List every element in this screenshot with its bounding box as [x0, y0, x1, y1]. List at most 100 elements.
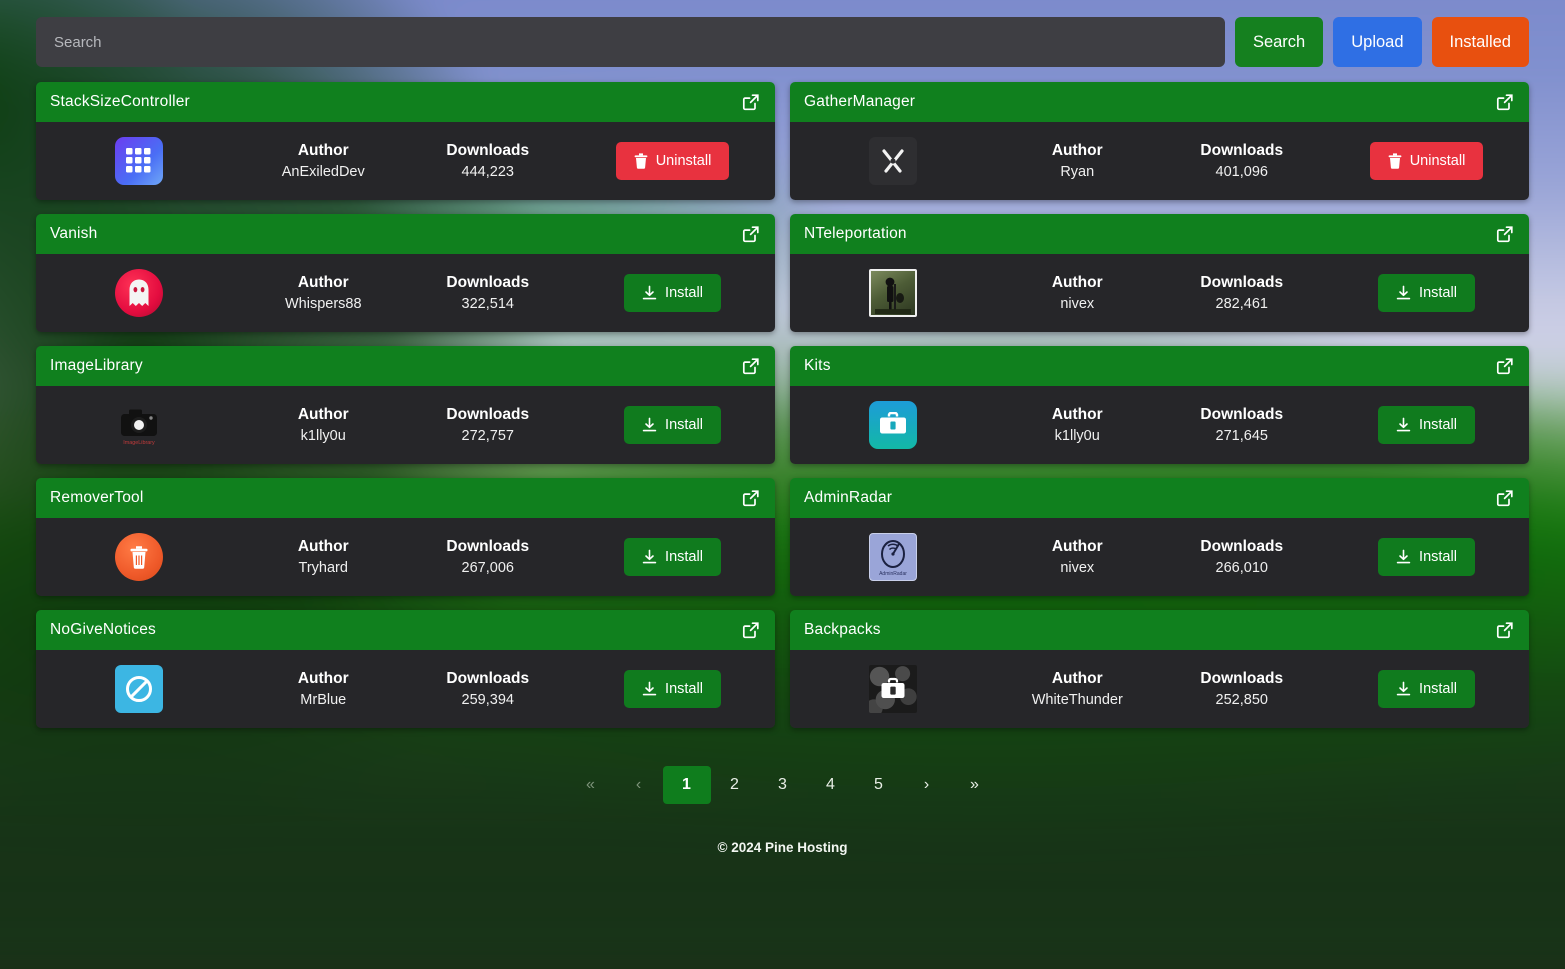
plugin-card: RemoverTool Author Tryhard Downloads 267…: [36, 478, 775, 596]
downloads-label: Downloads: [446, 406, 530, 423]
external-link-icon[interactable]: [1495, 488, 1515, 508]
external-link-icon[interactable]: [741, 488, 761, 508]
plugin-action-wrap: Install: [570, 670, 775, 708]
download-icon: [1396, 681, 1411, 696]
author-label: Author: [297, 406, 349, 423]
teleport-figure-icon: [868, 269, 917, 317]
install-button[interactable]: Install: [624, 274, 721, 312]
plugin-downloads: Downloads 272,757: [406, 406, 571, 444]
plugin-icon-wrap: [36, 269, 241, 317]
installed-button[interactable]: Installed: [1431, 17, 1529, 67]
download-icon: [1396, 417, 1411, 432]
external-link-icon[interactable]: [741, 92, 761, 112]
plugin-name: StackSizeController: [50, 93, 190, 110]
downloads-value: 322,514: [461, 296, 514, 312]
plugin-downloads: Downloads 271,645: [1160, 406, 1325, 444]
plugin-card: Vanish Author Whispers88 Downloads 322,5…: [36, 214, 775, 332]
author-label: Author: [1051, 274, 1103, 291]
plugin-card: AdminRadar AdminRadar Author nivex Downl…: [790, 478, 1529, 596]
pagination-item[interactable]: 3: [759, 766, 807, 804]
uninstall-button[interactable]: Uninstall: [615, 142, 730, 180]
author-value: WhiteThunder: [1031, 692, 1123, 708]
author-label: Author: [297, 274, 349, 291]
install-button[interactable]: Install: [1378, 406, 1475, 444]
search-button[interactable]: Search: [1234, 17, 1324, 67]
radar-icon: AdminRadar: [868, 533, 917, 581]
external-link-icon[interactable]: [741, 620, 761, 640]
grid-app-icon: [114, 137, 163, 185]
plugin-downloads: Downloads 259,394: [406, 670, 571, 708]
external-link-icon[interactable]: [1495, 356, 1515, 376]
action-label: Uninstall: [1409, 153, 1466, 169]
plugin-grid: StackSizeController Author AnExiledDev D…: [36, 82, 1529, 728]
external-link-icon[interactable]: [741, 356, 761, 376]
install-button[interactable]: Install: [1378, 274, 1475, 312]
plugin-downloads: Downloads 401,096: [1160, 142, 1325, 180]
downloads-label: Downloads: [1200, 406, 1284, 423]
pagination-item[interactable]: 4: [807, 766, 855, 804]
plugin-action-wrap: Install: [1324, 274, 1529, 312]
author-label: Author: [1051, 406, 1103, 423]
svg-text:AdminRadar: AdminRadar: [879, 571, 907, 577]
plugin-name: RemoverTool: [50, 489, 144, 506]
plugin-card-header: Kits: [790, 346, 1529, 386]
external-link-icon[interactable]: [1495, 224, 1515, 244]
downloads-label: Downloads: [1200, 142, 1284, 159]
author-value: nivex: [1060, 296, 1095, 312]
download-icon: [642, 417, 657, 432]
plugin-icon-wrap: [790, 137, 995, 185]
plugin-author: Author WhiteThunder: [995, 670, 1160, 708]
download-icon: [642, 549, 657, 564]
downloads-label: Downloads: [1200, 670, 1284, 687]
install-button[interactable]: Install: [1378, 670, 1475, 708]
plugin-card: GatherManager Author Ryan Downloads 401,…: [790, 82, 1529, 200]
plugin-icon-wrap: [790, 665, 995, 713]
plugin-icon-wrap: [36, 533, 241, 581]
downloads-value: 252,850: [1215, 692, 1268, 708]
pagination-item[interactable]: 2: [711, 766, 759, 804]
author-value: Tryhard: [298, 560, 348, 576]
downloads-label: Downloads: [446, 538, 530, 555]
pagination-item[interactable]: ›: [903, 766, 951, 804]
plugin-card-body: AdminRadar Author nivex Downloads 266,01…: [790, 518, 1529, 596]
uninstall-button[interactable]: Uninstall: [1369, 142, 1484, 180]
plugin-action-wrap: Install: [570, 274, 775, 312]
plugin-name: ImageLibrary: [50, 357, 143, 374]
search-input[interactable]: [36, 17, 1225, 67]
plugin-card-body: Author AnExiledDev Downloads 444,223 Uni…: [36, 122, 775, 200]
downloads-label: Downloads: [1200, 274, 1284, 291]
pagination-item: ‹: [635, 776, 642, 793]
upload-button[interactable]: Upload: [1333, 17, 1422, 67]
downloads-label: Downloads: [446, 670, 530, 687]
plugin-card: StackSizeController Author AnExiledDev D…: [36, 82, 775, 200]
pagination-item[interactable]: »: [951, 766, 999, 804]
author-label: Author: [297, 142, 349, 159]
plugin-card-header: NoGiveNotices: [36, 610, 775, 650]
author-label: Author: [297, 538, 349, 555]
action-label: Install: [1419, 417, 1457, 433]
plugin-card-body: Author Whispers88 Downloads 322,514 Inst…: [36, 254, 775, 332]
install-button[interactable]: Install: [624, 538, 721, 576]
author-value: Whispers88: [284, 296, 362, 312]
author-label: Author: [297, 670, 349, 687]
plugin-card: NoGiveNotices Author MrBlue Downloads 25…: [36, 610, 775, 728]
install-button[interactable]: Install: [624, 670, 721, 708]
action-label: Install: [1419, 549, 1457, 565]
plugin-card-header: ImageLibrary: [36, 346, 775, 386]
external-link-icon[interactable]: [1495, 620, 1515, 640]
pagination-item[interactable]: 5: [855, 766, 903, 804]
author-value: nivex: [1060, 560, 1095, 576]
external-link-icon[interactable]: [741, 224, 761, 244]
trash-circle-icon: [114, 533, 163, 581]
plugin-card-header: Vanish: [36, 214, 775, 254]
plugin-card-header: Backpacks: [790, 610, 1529, 650]
external-link-icon[interactable]: [1495, 92, 1515, 112]
pagination-item[interactable]: 1: [662, 766, 711, 804]
install-button[interactable]: Install: [1378, 538, 1475, 576]
action-label: Install: [665, 285, 703, 301]
action-label: Install: [1419, 285, 1457, 301]
downloads-value: 272,757: [461, 428, 514, 444]
install-button[interactable]: Install: [624, 406, 721, 444]
plugin-card-header: RemoverTool: [36, 478, 775, 518]
plugin-card-body: Author Tryhard Downloads 267,006 Install: [36, 518, 775, 596]
